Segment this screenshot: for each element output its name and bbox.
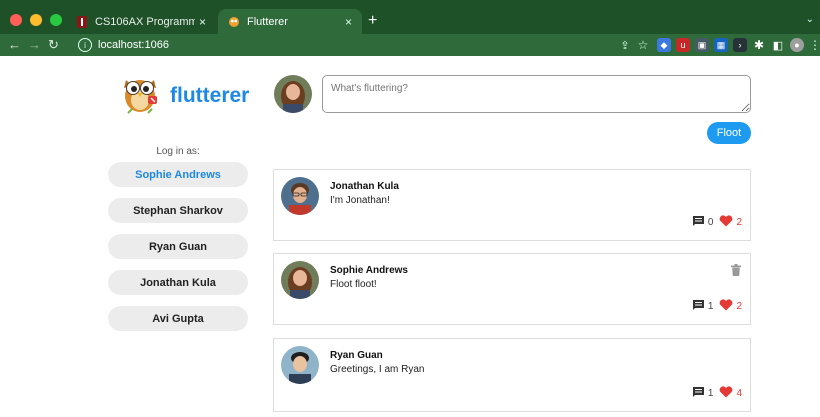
- post-text: Floot floot!: [330, 279, 377, 290]
- comment-count: 0: [707, 217, 714, 228]
- extension-screen-icon[interactable]: ▣: [695, 38, 709, 52]
- login-user-button[interactable]: Jonathan Kula: [108, 270, 248, 295]
- comment-icon[interactable]: [692, 215, 705, 230]
- close-tab-icon[interactable]: ×: [199, 15, 206, 29]
- extension-shield-icon[interactable]: ◆: [657, 38, 671, 52]
- current-user-avatar: [274, 75, 312, 113]
- login-user-button[interactable]: Ryan Guan: [108, 234, 248, 259]
- like-heart-icon[interactable]: [719, 386, 733, 401]
- comment-icon[interactable]: [692, 386, 705, 401]
- post-card: Jonathan Kula I'm Jonathan! 0 2: [273, 169, 751, 241]
- minimize-window-button[interactable]: [30, 14, 42, 26]
- close-tab-icon[interactable]: ×: [345, 15, 352, 29]
- forward-arrow-icon[interactable]: →: [28, 37, 41, 53]
- delete-post-trash-icon[interactable]: [731, 263, 741, 281]
- login-user-button[interactable]: Sophie Andrews: [108, 162, 248, 187]
- owl-logo-icon: [118, 69, 164, 117]
- post-author-avatar: [281, 177, 319, 215]
- comment-count: 1: [707, 301, 714, 312]
- comment-count: 1: [707, 388, 714, 399]
- like-count: 4: [736, 388, 742, 399]
- brand-name: flutterer: [170, 84, 250, 107]
- extensions-puzzle-icon[interactable]: ✱: [752, 38, 766, 52]
- tab-bar: CS106AX Programming Metho × Flutterer × …: [0, 0, 820, 34]
- post-author: Jonathan Kula: [330, 181, 399, 192]
- like-heart-icon[interactable]: [719, 215, 733, 230]
- extension-terminal-icon[interactable]: ›: [733, 38, 747, 52]
- reload-icon[interactable]: ↻: [48, 37, 59, 53]
- post-stats: 0 2: [692, 215, 742, 230]
- new-post-input[interactable]: [322, 75, 751, 113]
- bookmark-star-icon[interactable]: ☆: [636, 38, 650, 52]
- comment-icon[interactable]: [692, 299, 705, 314]
- floot-button[interactable]: Floot: [707, 122, 751, 144]
- post-author: Sophie Andrews: [330, 265, 408, 276]
- post-stats: 1 2: [692, 299, 742, 314]
- post-card: Sophie Andrews Floot floot! 1 2: [273, 253, 751, 325]
- login-as-label: Log in as:: [156, 146, 200, 157]
- login-user-button[interactable]: Avi Gupta: [108, 306, 248, 331]
- like-heart-icon[interactable]: [719, 299, 733, 314]
- like-count: 2: [736, 217, 742, 228]
- browser-menu-icon[interactable]: ⋮: [808, 38, 820, 52]
- back-arrow-icon[interactable]: ←: [8, 37, 21, 53]
- browser-window: CS106AX Programming Metho × Flutterer × …: [0, 0, 820, 417]
- new-tab-button[interactable]: +: [368, 13, 377, 29]
- tab-search-chevron-icon[interactable]: ⌄: [806, 14, 814, 25]
- login-user-button[interactable]: Stephan Sharkov: [108, 198, 248, 223]
- extension-grid-icon[interactable]: ▦: [714, 38, 728, 52]
- share-icon[interactable]: ⇪: [618, 38, 632, 52]
- profile-avatar-icon[interactable]: ●: [790, 38, 804, 52]
- post-author: Ryan Guan: [330, 350, 383, 361]
- browser-toolbar: ← → ↻ i localhost:1066 ⇪ ☆ ◆ u ▣ ▦ › ✱ ◧…: [0, 34, 820, 56]
- site-info-icon[interactable]: i: [78, 38, 92, 52]
- close-window-button[interactable]: [10, 14, 22, 26]
- tab-label: CS106AX Programming Metho: [95, 15, 195, 28]
- like-count: 2: [736, 301, 742, 312]
- maximize-window-button[interactable]: [50, 14, 62, 26]
- stanford-favicon-icon: [76, 15, 88, 28]
- tab-flutterer[interactable]: Flutterer ×: [218, 9, 362, 34]
- tab-cs106ax[interactable]: CS106AX Programming Metho ×: [66, 9, 216, 34]
- post-stats: 1 4: [692, 386, 742, 401]
- flutterer-page: flutterer Log in as: Sophie Andrews Step…: [0, 56, 820, 417]
- post-author-avatar: [281, 346, 319, 384]
- address-text: localhost:1066: [98, 39, 169, 51]
- post-author-avatar: [281, 261, 319, 299]
- post-text: Greetings, I am Ryan: [330, 364, 425, 375]
- address-bar[interactable]: i localhost:1066: [78, 36, 618, 54]
- post-text: I'm Jonathan!: [330, 195, 390, 206]
- extension-ublock-icon[interactable]: u: [676, 38, 690, 52]
- tab-label: Flutterer: [247, 15, 288, 28]
- window-controls: [10, 14, 62, 26]
- post-card: Ryan Guan Greetings, I am Ryan 1 4: [273, 338, 751, 412]
- side-panel-icon[interactable]: ◧: [771, 38, 785, 52]
- owl-favicon-icon: [228, 16, 240, 28]
